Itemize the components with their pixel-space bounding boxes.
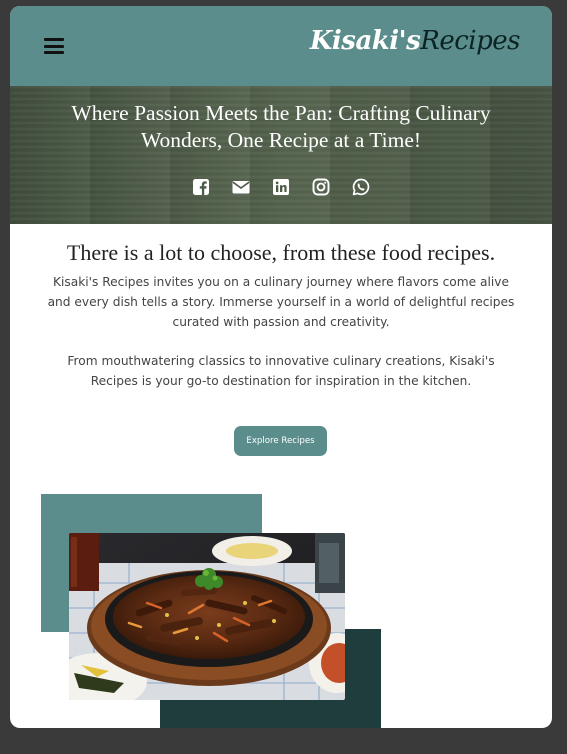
page-card: Kisaki'sRecipes Where Passion Meets the …	[10, 6, 552, 728]
site-logo[interactable]: Kisaki'sRecipes	[309, 26, 521, 56]
intro-paragraph-1: Kisaki's Recipes invites you on a culina…	[47, 275, 515, 329]
hamburger-menu-icon[interactable]	[44, 38, 64, 54]
hero-title: Where Passion Meets the Pan: Crafting Cu…	[71, 101, 491, 152]
facebook-icon[interactable]	[192, 178, 210, 196]
food-image	[69, 533, 345, 700]
instagram-icon[interactable]	[312, 178, 330, 196]
logo-part1: Kisaki's	[309, 26, 421, 56]
sizzling-dish-illustration	[69, 533, 345, 700]
social-links	[10, 178, 552, 200]
logo-part2: Recipes	[420, 26, 520, 56]
whatsapp-icon[interactable]	[352, 178, 370, 196]
linkedin-icon[interactable]	[272, 178, 290, 196]
email-icon[interactable]	[232, 178, 250, 196]
hero-banner: Where Passion Meets the Pan: Crafting Cu…	[10, 86, 552, 224]
top-navbar: Kisaki'sRecipes	[10, 6, 552, 86]
intro-paragraph-2: From mouthwatering classics to innovativ…	[67, 354, 495, 388]
explore-recipes-button[interactable]: Explore Recipes	[234, 426, 327, 456]
intro-heading: There is a lot to choose, from these foo…	[66, 240, 496, 265]
